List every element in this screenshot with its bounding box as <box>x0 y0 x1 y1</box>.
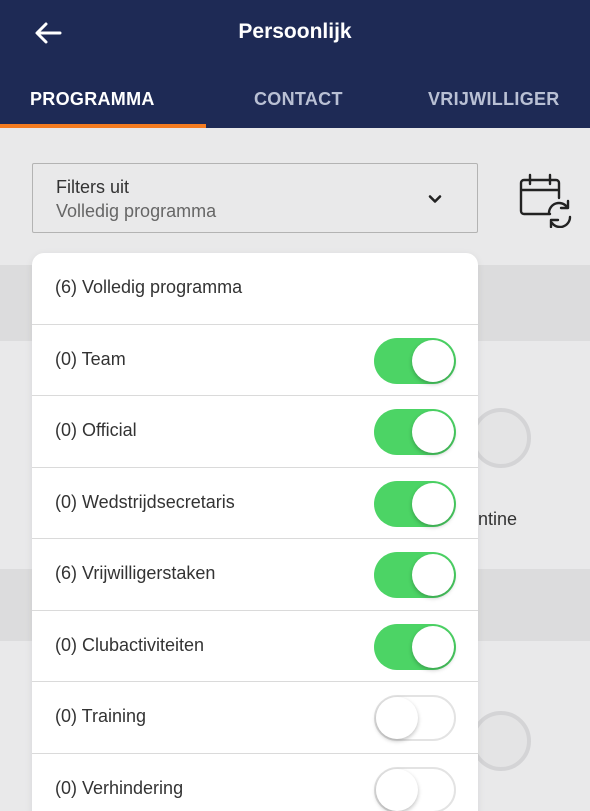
toggle-knob <box>412 554 454 596</box>
tab-programma[interactable]: PROGRAMMA <box>30 72 155 128</box>
clubactiviteiten-toggle[interactable] <box>374 623 456 670</box>
filter-option-wedstrijdsecretaris: (0) Wedstrijdsecretaris <box>32 468 478 539</box>
filter-option-label: (0) Clubactiviteiten <box>55 634 205 655</box>
tab-bar: PROGRAMMA CONTACT VRIJWILLIGER <box>0 72 590 128</box>
filter-option-vrijwilligerstaken: (6) Vrijwilligerstaken <box>32 539 478 611</box>
toggle-knob <box>376 697 418 739</box>
filter-option-team: (0) Team <box>32 325 478 396</box>
vrijwilligerstaken-toggle[interactable] <box>374 552 456 598</box>
tab-contact[interactable]: CONTACT <box>254 72 343 128</box>
list-item-avatar <box>471 408 531 468</box>
team-toggle[interactable] <box>374 337 456 384</box>
filter-selected-value: Volledig programma <box>56 201 217 221</box>
toggle-knob <box>412 625 454 668</box>
toggle-knob <box>412 339 454 382</box>
filter-option-label: (0) Team <box>55 348 126 369</box>
list-item-avatar <box>471 711 531 771</box>
filter-status-label: Filters uit <box>56 177 130 197</box>
filter-option-label: (6) Vrijwilligerstaken <box>55 563 216 583</box>
wedstrijdsecretaris-toggle[interactable] <box>374 480 456 527</box>
filter-option-label: (0) Training <box>55 706 147 726</box>
filter-option-clubactiviteiten: (0) Clubactiviteiten <box>32 611 478 682</box>
training-toggle[interactable] <box>374 695 456 741</box>
filter-option-official: (0) Official <box>32 396 478 468</box>
chevron-down-icon <box>428 195 442 203</box>
toggle-knob <box>376 768 418 811</box>
list-item-text-fragment: ntine <box>478 509 518 529</box>
filter-popover: (6) Volledig programma (0) Team (0) Offi… <box>32 253 478 811</box>
app-header: Persoonlijk PROGRAMMA CONTACT VRIJWILLIG… <box>0 0 590 128</box>
toggle-knob <box>412 482 454 525</box>
filter-dropdown[interactable]: Filters uit Volledig programma <box>32 163 478 233</box>
official-toggle[interactable] <box>374 409 456 455</box>
calendar-refresh-icon <box>519 173 572 229</box>
filter-option-label: (6) Volledig programma <box>55 277 243 297</box>
page-title: Persoonlijk <box>238 20 352 43</box>
verhindering-toggle[interactable] <box>374 766 456 811</box>
filter-option-training: (0) Training <box>32 682 478 754</box>
toggle-knob <box>412 411 454 453</box>
filter-option-label: (0) Official <box>55 420 137 440</box>
calendar-sync-button[interactable] <box>516 172 576 229</box>
filter-option-label: (0) Wedstrijdsecretaris <box>55 491 235 512</box>
filter-option-volledig-programma[interactable]: (6) Volledig programma <box>32 253 478 325</box>
filter-option-verhindering: (0) Verhindering <box>32 754 478 811</box>
tab-vrijwilliger[interactable]: VRIJWILLIGER <box>428 72 560 128</box>
filter-option-label: (0) Verhindering <box>55 777 184 798</box>
